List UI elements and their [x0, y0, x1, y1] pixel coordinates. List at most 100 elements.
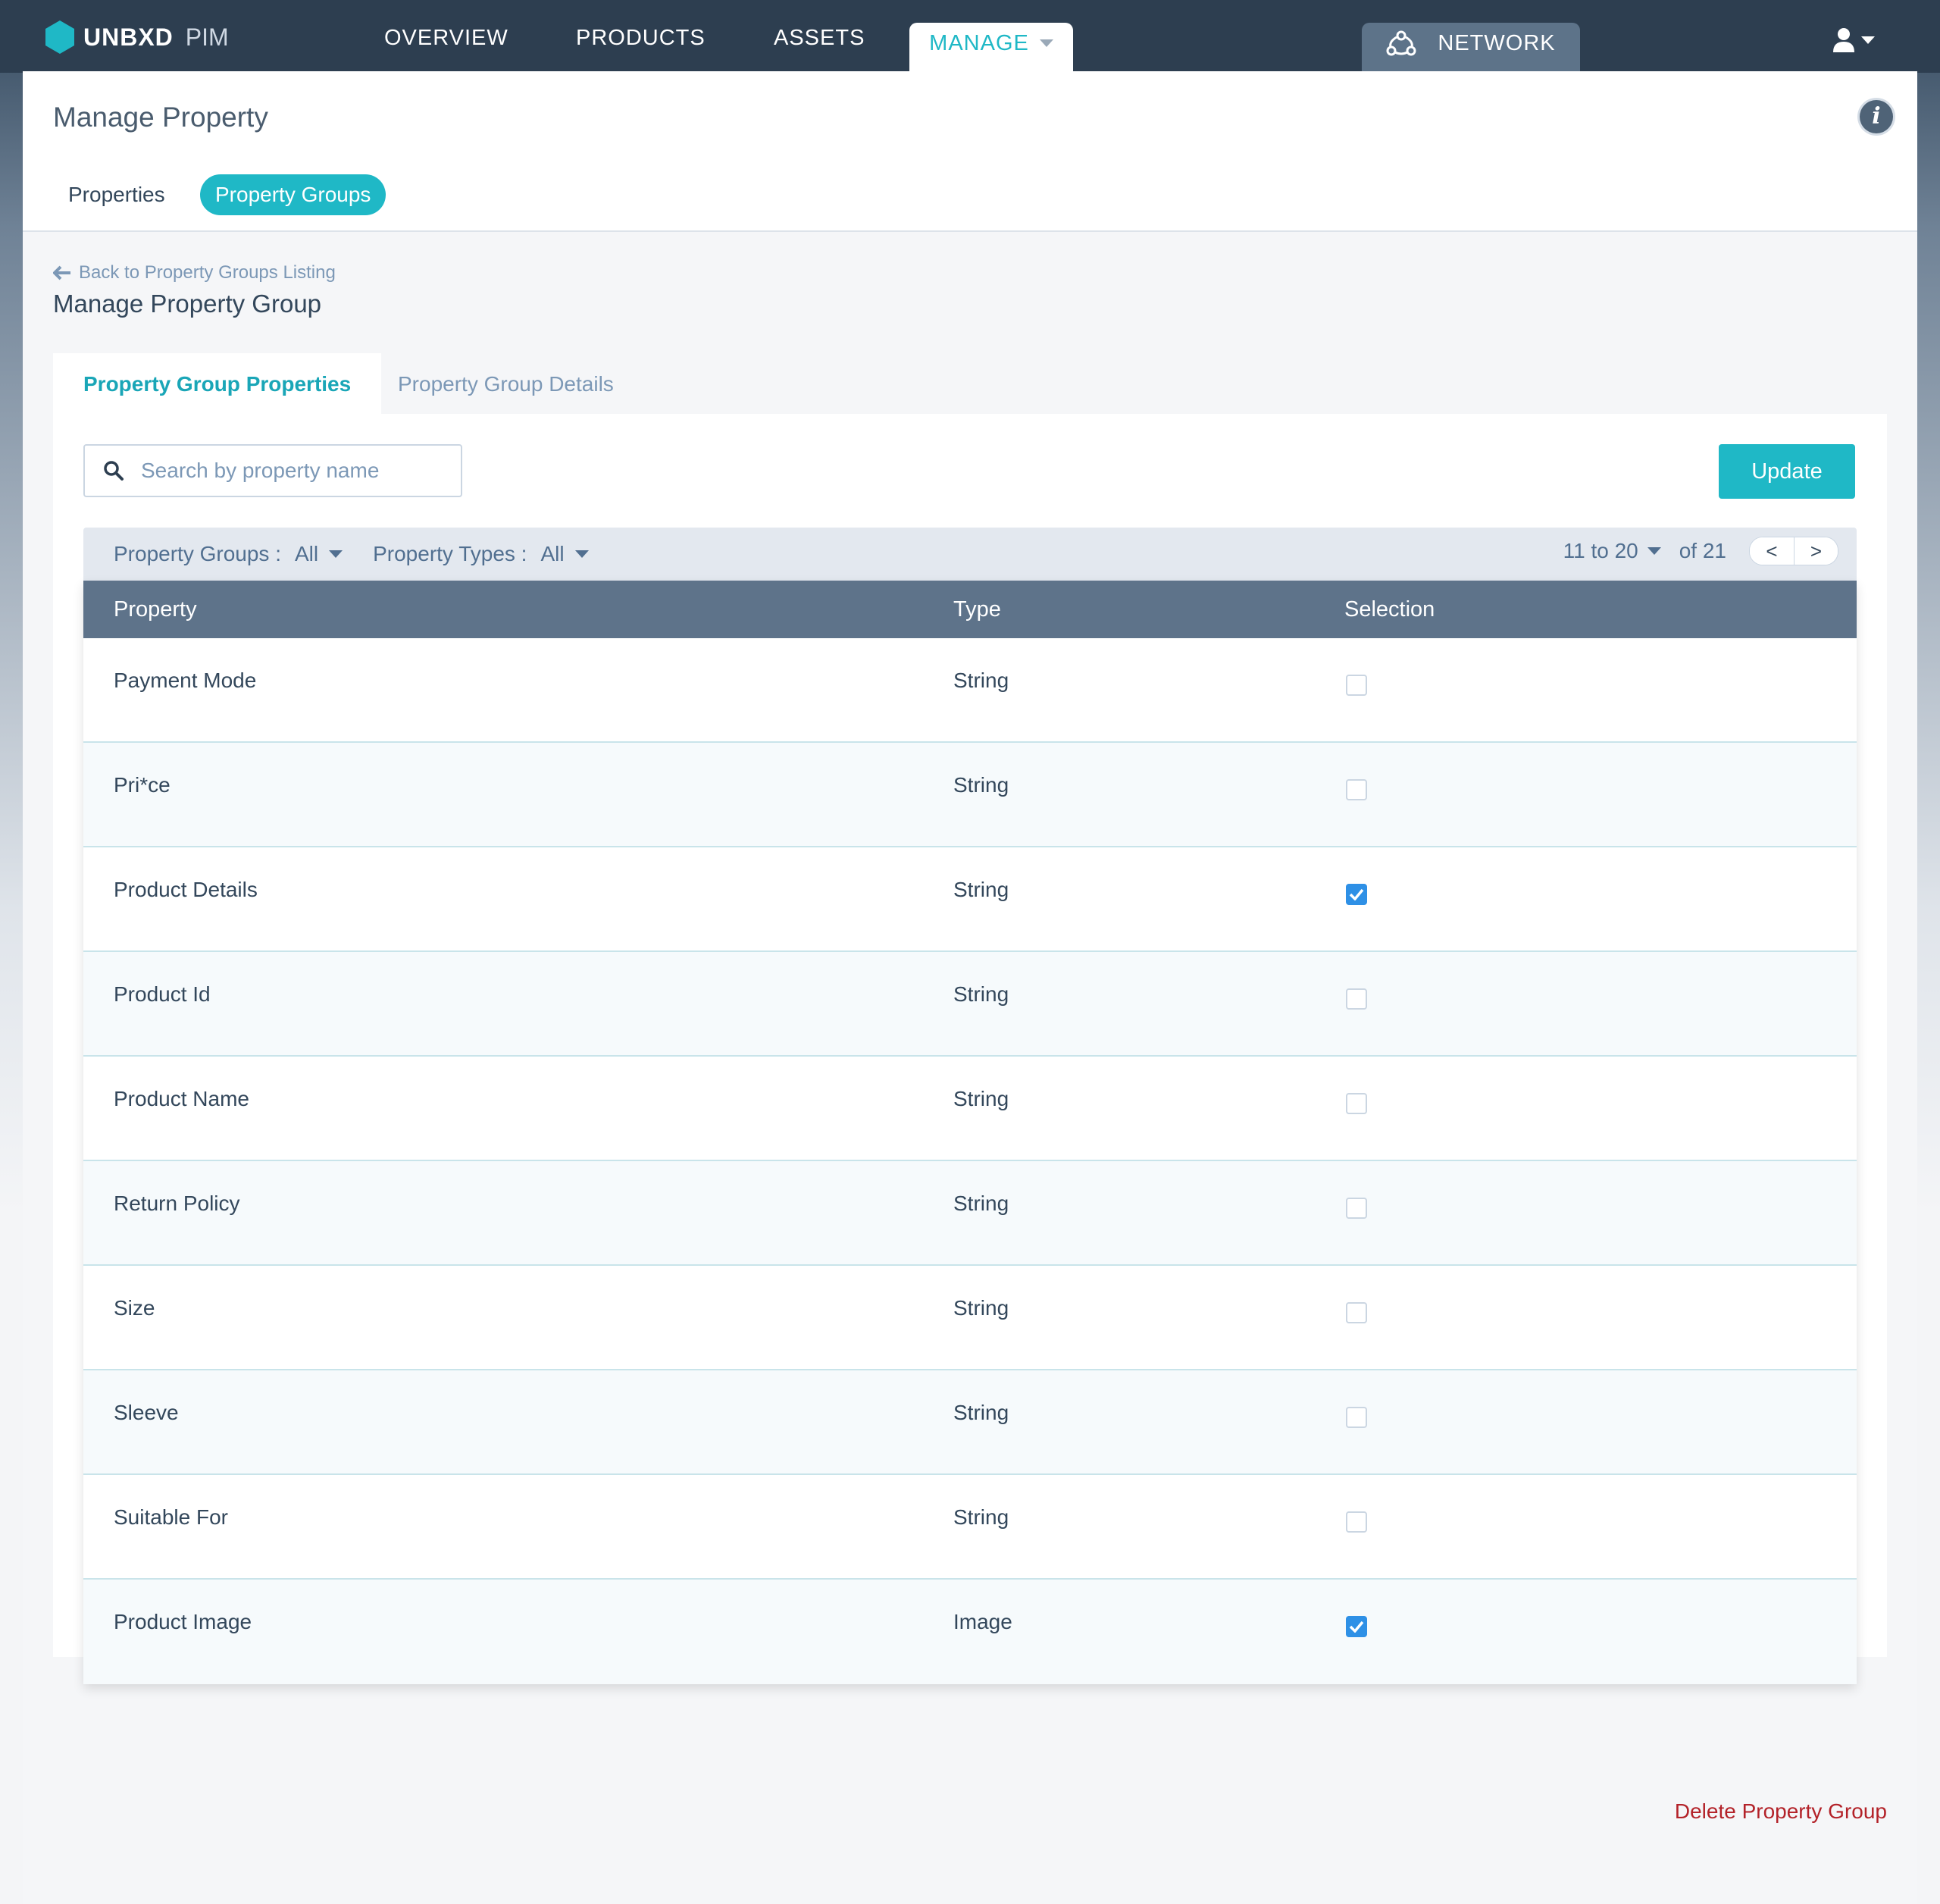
property-type-cell: String — [953, 878, 1009, 901]
selection-checkbox[interactable] — [1346, 675, 1367, 696]
selection-cell — [1346, 1511, 1367, 1533]
column-header-type[interactable]: Type — [953, 581, 1001, 638]
table-row[interactable]: Product Name String — [83, 1057, 1857, 1161]
property-type-cell: String — [953, 669, 1009, 692]
table-row[interactable]: Payment Mode String — [83, 638, 1857, 743]
nav-network-label: NETWORK — [1438, 30, 1556, 55]
property-groups-filter-value-wrap: All — [295, 542, 343, 566]
tab-property-group-details[interactable]: Property Group Details — [368, 353, 644, 415]
user-icon — [1833, 28, 1854, 52]
property-groups-filter-label: Property Groups : — [114, 542, 281, 565]
selection-cell — [1346, 675, 1367, 696]
page-range-select[interactable]: 11 to 20 — [1563, 539, 1661, 563]
selection-checkbox[interactable] — [1346, 779, 1367, 800]
property-name-cell: Sleeve — [114, 1401, 179, 1424]
property-type-cell: String — [953, 1505, 1009, 1529]
back-link-label: Back to Property Groups Listing — [79, 262, 336, 283]
property-name-cell: Suitable For — [114, 1505, 228, 1529]
property-type-cell: String — [953, 1192, 1009, 1215]
prev-page-button[interactable]: < — [1750, 537, 1794, 565]
checkmark-icon — [1349, 1621, 1364, 1633]
selection-checkbox[interactable] — [1346, 1407, 1367, 1428]
table-header: Property Type Selection — [83, 581, 1857, 638]
next-page-button[interactable]: > — [1794, 537, 1838, 565]
page-title: Manage Property — [53, 102, 268, 133]
property-name-cell: Product Id — [114, 982, 211, 1006]
property-name-cell: Product Details — [114, 878, 258, 901]
column-header-selection[interactable]: Selection — [1344, 581, 1435, 638]
selection-checkbox[interactable] — [1346, 988, 1367, 1010]
selection-checkbox[interactable] — [1346, 1616, 1367, 1637]
table-row[interactable]: Pri*ce String — [83, 743, 1857, 847]
property-name-cell: Product Image — [114, 1610, 252, 1633]
selection-cell — [1346, 988, 1367, 1010]
selection-cell — [1346, 1198, 1367, 1219]
page-range: 11 to 20 — [1563, 539, 1638, 562]
back-link[interactable]: Back to Property Groups Listing — [53, 262, 336, 283]
subtab-properties[interactable]: Properties — [53, 174, 180, 215]
selection-checkbox[interactable] — [1346, 1302, 1367, 1323]
property-type-cell: Image — [953, 1610, 1012, 1633]
column-header-property[interactable]: Property — [114, 581, 197, 638]
top-navigation: UNBXD PIM OVERVIEW PRODUCTS ASSETS MANAG… — [0, 0, 1940, 73]
table-row[interactable]: Sleeve String — [83, 1370, 1857, 1475]
nav-products[interactable]: PRODUCTS — [576, 23, 706, 53]
nav-overview[interactable]: OVERVIEW — [384, 23, 508, 53]
property-name-cell: Size — [114, 1296, 155, 1320]
selection-cell — [1346, 779, 1367, 800]
table-row[interactable]: Size String — [83, 1266, 1857, 1370]
table-row[interactable]: Suitable For String — [83, 1475, 1857, 1580]
selection-cell — [1346, 1616, 1367, 1637]
caret-down-icon — [574, 550, 589, 558]
property-types-filter-label: Property Types : — [373, 542, 527, 565]
user-menu[interactable] — [1832, 27, 1875, 53]
page-header: Manage Property i Properties Property Gr… — [23, 71, 1917, 232]
property-name-cell: Return Policy — [114, 1192, 240, 1215]
property-types-filter-value: All — [540, 542, 565, 565]
table-row[interactable]: Return Policy String — [83, 1161, 1857, 1266]
nav-network[interactable]: NETWORK — [1362, 23, 1580, 73]
caret-down-icon — [1861, 36, 1875, 44]
update-button[interactable]: Update — [1719, 444, 1855, 499]
caret-down-icon — [329, 550, 343, 558]
property-type-cell: String — [953, 982, 1009, 1006]
selection-cell — [1346, 884, 1367, 905]
selection-checkbox[interactable] — [1346, 884, 1367, 905]
info-icon[interactable]: i — [1860, 100, 1893, 133]
property-type-cell: String — [953, 1087, 1009, 1110]
checkmark-icon — [1349, 888, 1364, 900]
property-type-cell: String — [953, 1296, 1009, 1320]
nav-manage-label: MANAGE — [929, 30, 1029, 55]
search-icon — [104, 461, 124, 481]
pagination: 11 to 20 of 21 < > — [1563, 537, 1838, 565]
main-panel: Manage Property i Properties Property Gr… — [23, 71, 1917, 1904]
caret-down-icon — [1039, 39, 1053, 47]
brand-logo[interactable]: UNBXD PIM — [44, 20, 229, 55]
pager-buttons: < > — [1749, 537, 1838, 565]
table-row[interactable]: Product Details String — [83, 847, 1857, 952]
arrow-left-icon — [53, 265, 70, 280]
section-title: Manage Property Group — [53, 290, 322, 318]
page-total: of 21 — [1679, 539, 1726, 562]
property-types-filter-value-wrap: All — [540, 542, 589, 566]
selection-checkbox[interactable] — [1346, 1093, 1367, 1114]
search-box[interactable] — [83, 444, 462, 497]
selection-cell — [1346, 1302, 1367, 1323]
property-type-cell: String — [953, 1401, 1009, 1424]
nav-manage[interactable]: MANAGE — [909, 23, 1073, 73]
selection-cell — [1346, 1407, 1367, 1428]
properties-card: Update Property Groups : All Property Ty… — [53, 414, 1887, 1684]
tab-property-group-properties[interactable]: Property Group Properties — [53, 353, 382, 415]
property-types-filter[interactable]: Property Types : All — [373, 542, 589, 566]
table-row[interactable]: Product Image Image — [83, 1580, 1857, 1684]
network-icon — [1386, 30, 1416, 56]
table-row[interactable]: Product Id String — [83, 952, 1857, 1057]
subtab-property-groups[interactable]: Property Groups — [200, 174, 386, 215]
delete-property-group-link[interactable]: Delete Property Group — [1675, 1799, 1887, 1824]
search-input[interactable] — [141, 459, 429, 483]
selection-checkbox[interactable] — [1346, 1198, 1367, 1219]
property-name-cell: Product Name — [114, 1087, 249, 1110]
selection-checkbox[interactable] — [1346, 1511, 1367, 1533]
nav-assets[interactable]: ASSETS — [774, 23, 865, 53]
property-groups-filter[interactable]: Property Groups : All — [114, 542, 343, 566]
